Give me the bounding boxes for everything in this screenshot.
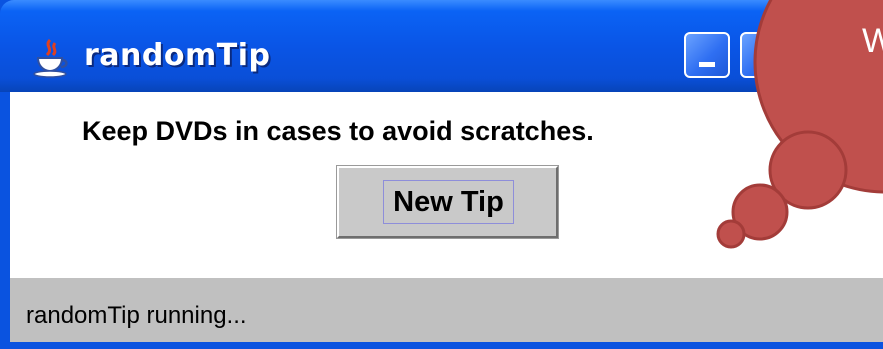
tip-label: Keep DVDs in cases to avoid scratches. — [82, 116, 594, 146]
maximize-button[interactable] — [740, 32, 786, 78]
window-title: randomTip — [84, 38, 271, 73]
new-tip-button-label: New Tip — [383, 180, 514, 224]
minimize-icon — [699, 62, 715, 67]
minimize-button[interactable] — [684, 32, 730, 78]
bubble-text: W — [862, 22, 883, 60]
title-bar[interactable]: randomTip — [0, 0, 883, 92]
window-bottom-border — [0, 342, 883, 349]
new-tip-button[interactable]: New Tip — [336, 165, 559, 239]
java-coffee-cup-icon — [33, 38, 68, 78]
status-text: randomTip running... — [26, 302, 247, 329]
app-window: randomTip Keep DVDs in cases to avoid sc… — [0, 0, 883, 349]
